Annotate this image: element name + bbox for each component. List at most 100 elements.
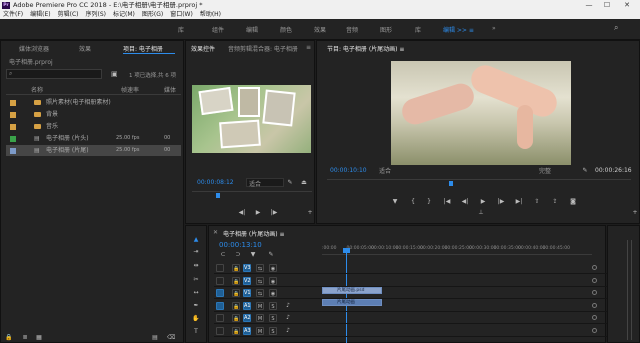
menu-window[interactable]: 窗口(W) — [170, 11, 193, 19]
add-button[interactable]: + — [631, 209, 639, 217]
timeline-timecode[interactable]: 00:00:13:10 — [219, 241, 262, 249]
tab-project[interactable]: 项目: 电子相册 — [123, 44, 163, 53]
panel-menu-icon[interactable]: ≡ — [306, 44, 311, 51]
eye-icon[interactable]: ◉ — [269, 289, 277, 297]
add-button[interactable]: + — [306, 209, 314, 217]
track-scroll-handle[interactable] — [592, 315, 597, 320]
source-scrubber[interactable] — [192, 191, 312, 198]
program-scrubber[interactable] — [327, 179, 631, 187]
mute-toggle[interactable]: M — [256, 314, 264, 322]
track-row[interactable] — [214, 262, 634, 274]
step-back-icon[interactable]: ◀| — [238, 209, 246, 217]
menu-edit[interactable]: 编辑(E) — [30, 11, 50, 19]
col-name[interactable]: 名称 — [31, 85, 43, 94]
quality-select[interactable]: 完整 — [539, 166, 575, 175]
track-lock-icon[interactable]: 🔒 — [232, 326, 240, 335]
ws-effects[interactable]: 效果 — [314, 25, 326, 34]
wrench-icon[interactable]: ✎ — [581, 167, 589, 175]
marker-icon[interactable]: ▼ — [249, 251, 257, 259]
minimize-button[interactable]: — — [582, 0, 596, 11]
tab-effect-controls[interactable]: 效果控件 — [191, 44, 215, 53]
solo-toggle[interactable]: S — [269, 314, 277, 322]
track-row[interactable] — [214, 325, 634, 337]
eject-icon[interactable]: ⏏ — [300, 179, 308, 187]
tab-effects[interactable]: 效果 — [79, 44, 91, 53]
menu-graphics[interactable]: 图形(G) — [142, 11, 163, 19]
menu-help[interactable]: 帮助(H) — [200, 11, 221, 19]
razor-icon[interactable]: ✂ — [192, 276, 200, 284]
new-item-icon[interactable]: ▤ — [151, 334, 159, 342]
col-rate[interactable]: 帧速率 — [121, 85, 139, 94]
eye-icon[interactable]: ◉ — [269, 264, 277, 272]
mic-icon[interactable]: ♪ — [284, 302, 292, 310]
source-patch-toggle[interactable] — [216, 314, 224, 322]
fit-select[interactable]: 适合 — [379, 166, 411, 175]
ripple-edit-icon[interactable]: ⇹ — [192, 262, 200, 270]
mute-toggle[interactable]: M — [256, 301, 264, 310]
go-to-in-icon[interactable]: |◀ — [443, 198, 451, 206]
lock-icon[interactable]: 🔒 — [5, 334, 13, 342]
source-zoom-select[interactable]: 适合 — [246, 178, 284, 188]
track-lock-icon[interactable]: 🔒 — [232, 289, 240, 297]
step-forward-icon[interactable]: |▶ — [497, 198, 505, 206]
ws-color[interactable]: 颜色 — [280, 25, 292, 34]
track-lock-icon[interactable]: 🔒 — [232, 264, 240, 272]
solo-toggle[interactable]: S — [269, 326, 277, 335]
mic-icon[interactable]: ♪ — [284, 327, 292, 335]
wrench-icon[interactable]: ✎ — [267, 251, 275, 259]
ws-libraries[interactable]: 库 — [415, 25, 421, 34]
step-back-icon[interactable]: ◀| — [461, 198, 469, 206]
playhead-handle[interactable] — [343, 248, 350, 253]
search-input[interactable]: ⌕ — [6, 69, 102, 79]
extract-icon[interactable]: ⇪ — [551, 198, 559, 206]
source-patch-toggle[interactable] — [216, 276, 224, 285]
ws-library[interactable]: 库 — [178, 25, 184, 34]
ws-overflow[interactable]: » — [492, 25, 496, 32]
go-to-out-icon[interactable]: ▶| — [515, 198, 523, 206]
lift-icon[interactable]: ⇧ — [533, 198, 541, 206]
track-scroll-handle[interactable] — [592, 277, 597, 283]
list-item[interactable]: ▤ 电子相册 (片头) 25.00 fps 00 — [6, 133, 181, 144]
wrench-icon[interactable]: ✎ — [286, 179, 294, 187]
mic-icon[interactable]: ♪ — [284, 314, 292, 322]
tab-timeline[interactable]: 电子相册 (片尾动画) ≡ — [223, 229, 285, 238]
menu-file[interactable]: 文件(F) — [3, 11, 23, 19]
track-lock-icon[interactable]: 🔒 — [232, 276, 240, 285]
timeline-clip[interactable]: 片尾动画.psd — [322, 287, 382, 294]
track-lock-icon[interactable]: 🔒 — [232, 301, 240, 310]
sync-lock-icon[interactable]: ⇆ — [256, 264, 264, 272]
trash-icon[interactable]: ⌫ — [167, 334, 175, 342]
track-scroll-handle[interactable] — [592, 265, 597, 270]
hand-icon[interactable]: ✋ — [192, 315, 200, 323]
play-icon[interactable]: ▶ — [254, 209, 262, 217]
time-ruler[interactable] — [322, 254, 592, 258]
ws-assembly[interactable]: 组件 — [212, 25, 224, 34]
source-patch-toggle[interactable] — [216, 289, 224, 297]
track-select-icon[interactable]: ⇥ — [192, 248, 200, 256]
solo-toggle[interactable]: S — [269, 301, 277, 310]
program-timecode[interactable]: 00:00:10:10 — [330, 167, 367, 174]
new-bin-icon[interactable]: ▣ — [111, 70, 118, 78]
step-forward-icon[interactable]: |▶ — [270, 209, 278, 217]
type-icon[interactable]: T — [192, 328, 200, 336]
selection-tool-icon[interactable]: ▲ — [192, 236, 200, 244]
col-media[interactable]: 媒体 — [164, 85, 176, 94]
track-scroll-handle[interactable] — [592, 327, 597, 333]
snap-icon[interactable]: ⊂ — [219, 251, 227, 259]
list-item[interactable]: 背景 — [6, 109, 181, 120]
mark-in-icon[interactable]: { — [409, 198, 417, 206]
slip-icon[interactable]: ↔ — [192, 289, 200, 297]
marker-icon[interactable]: ▼ — [391, 198, 399, 206]
close-button[interactable]: ✕ — [620, 0, 634, 11]
insert-icon[interactable]: ⊥ — [477, 209, 485, 217]
pen-icon[interactable]: ✒ — [192, 302, 200, 310]
track-row[interactable] — [214, 312, 634, 324]
ws-active-editing[interactable]: 编辑 >> ≡ — [443, 25, 474, 34]
track-row[interactable] — [214, 287, 634, 299]
source-patch-toggle[interactable] — [216, 301, 224, 310]
camera-icon[interactable]: ◙ — [569, 198, 577, 206]
ws-audio[interactable]: 音频 — [346, 25, 358, 34]
menu-clip[interactable]: 剪辑(C) — [58, 11, 79, 19]
track-row[interactable] — [214, 300, 634, 312]
tab-media-browser[interactable]: 媒体浏览器 — [19, 44, 49, 53]
